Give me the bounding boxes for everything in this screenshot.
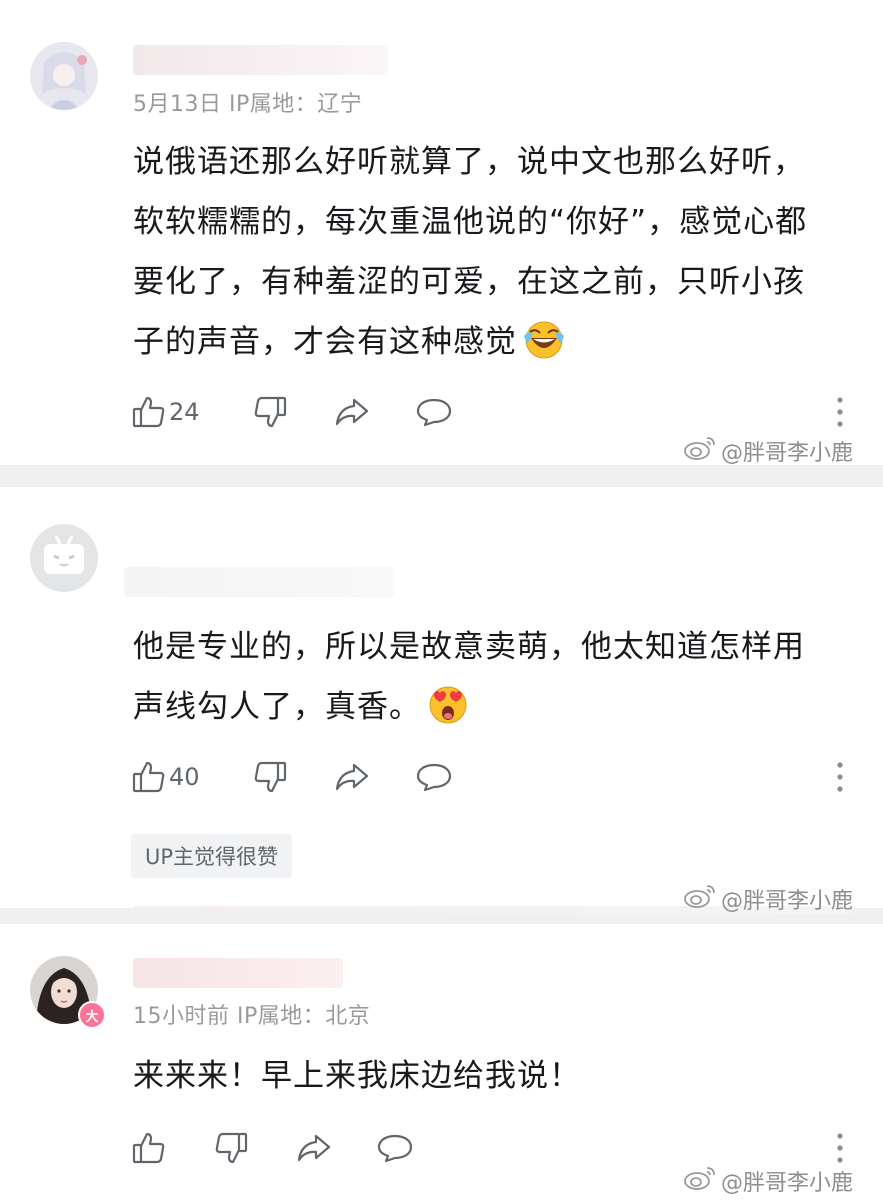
comment-text: 来来来！早上来我床边给我说！ <box>133 1058 581 1094</box>
laugh-cry-emoji-icon <box>521 320 567 380</box>
comment-meta: 5月13日 IP属地：辽宁 <box>133 92 363 117</box>
like-icon <box>131 1130 167 1166</box>
username-redacted <box>133 958 343 988</box>
more-icon <box>837 762 843 792</box>
share-button[interactable] <box>333 392 371 432</box>
username-redacted <box>124 567 394 597</box>
watermark: @胖哥李小鹿 <box>683 883 853 915</box>
weibo-icon <box>683 435 717 467</box>
like-icon <box>131 759 167 795</box>
watermark-text: @胖哥李小鹿 <box>720 1171 853 1196</box>
comment-text-body: 说俄语还那么好听就算了，说中文也那么好听，软软糯糯的，每次重温他说的“你好”，感… <box>133 144 808 360</box>
username-redacted <box>133 45 388 75</box>
up-liked-badge: UP主觉得很赞 <box>131 834 293 878</box>
watermark-text: @胖哥李小鹿 <box>720 441 853 466</box>
share-icon <box>295 1130 333 1166</box>
comment-card: 大 15小时前 IP属地：北京 来来来！早上来我床边给我说！ @胖哥李小鹿 <box>0 924 883 1200</box>
comment-card: 他是专业的，所以是故意卖萌，他太知道怎样用声线勾人了，真香。 40 UP主觉得很… <box>0 487 883 914</box>
more-button[interactable] <box>835 1132 845 1168</box>
dislike-button[interactable] <box>213 1128 249 1168</box>
more-button[interactable] <box>835 396 845 432</box>
reply-icon <box>415 759 453 795</box>
heart-eyes-emoji-icon <box>425 683 471 745</box>
dislike-icon <box>252 759 288 795</box>
avatar-wrap: 大 <box>30 956 134 1060</box>
weibo-icon <box>683 1165 717 1197</box>
vip-badge: 大 <box>78 1001 106 1029</box>
comment-card: 5月13日 IP属地：辽宁 说俄语还那么好听就算了，说中文也那么好听，软软糯糯的… <box>0 0 883 467</box>
comment-actions: 40 <box>131 757 851 797</box>
weibo-icon <box>683 883 717 915</box>
share-button[interactable] <box>295 1128 333 1168</box>
share-icon <box>333 759 371 795</box>
reply-button[interactable] <box>415 757 453 797</box>
dislike-icon <box>213 1130 249 1166</box>
reply-icon <box>376 1130 414 1166</box>
dislike-button[interactable] <box>252 392 288 432</box>
avatar[interactable] <box>30 42 98 110</box>
comment-text: 说俄语还那么好听就算了，说中文也那么好听，软软糯糯的，每次重温他说的“你好”，感… <box>133 132 833 380</box>
reply-icon <box>415 394 453 430</box>
watermark: @胖哥李小鹿 <box>683 435 853 467</box>
comment-actions: 24 <box>131 392 851 432</box>
like-button[interactable]: 24 <box>131 392 200 432</box>
comment-meta: 15小时前 IP属地：北京 <box>133 1004 371 1029</box>
like-count: 24 <box>169 398 200 426</box>
more-icon <box>837 1133 843 1163</box>
like-button[interactable]: 40 <box>131 757 200 797</box>
comment-actions <box>131 1128 851 1168</box>
dislike-button[interactable] <box>252 757 288 797</box>
share-icon <box>333 394 371 430</box>
reply-button[interactable] <box>415 392 453 432</box>
like-icon <box>131 394 167 430</box>
more-icon <box>837 397 843 427</box>
like-button[interactable] <box>131 1128 169 1168</box>
share-button[interactable] <box>333 757 371 797</box>
dislike-icon <box>252 394 288 430</box>
avatar[interactable] <box>30 524 98 592</box>
reply-button[interactable] <box>376 1128 414 1168</box>
watermark-text: @胖哥李小鹿 <box>720 889 853 914</box>
comment-text: 他是专业的，所以是故意卖萌，他太知道怎样用声线勾人了，真香。 <box>133 617 833 745</box>
like-count: 40 <box>169 763 200 791</box>
more-button[interactable] <box>835 761 845 797</box>
watermark: @胖哥李小鹿 <box>683 1165 853 1197</box>
